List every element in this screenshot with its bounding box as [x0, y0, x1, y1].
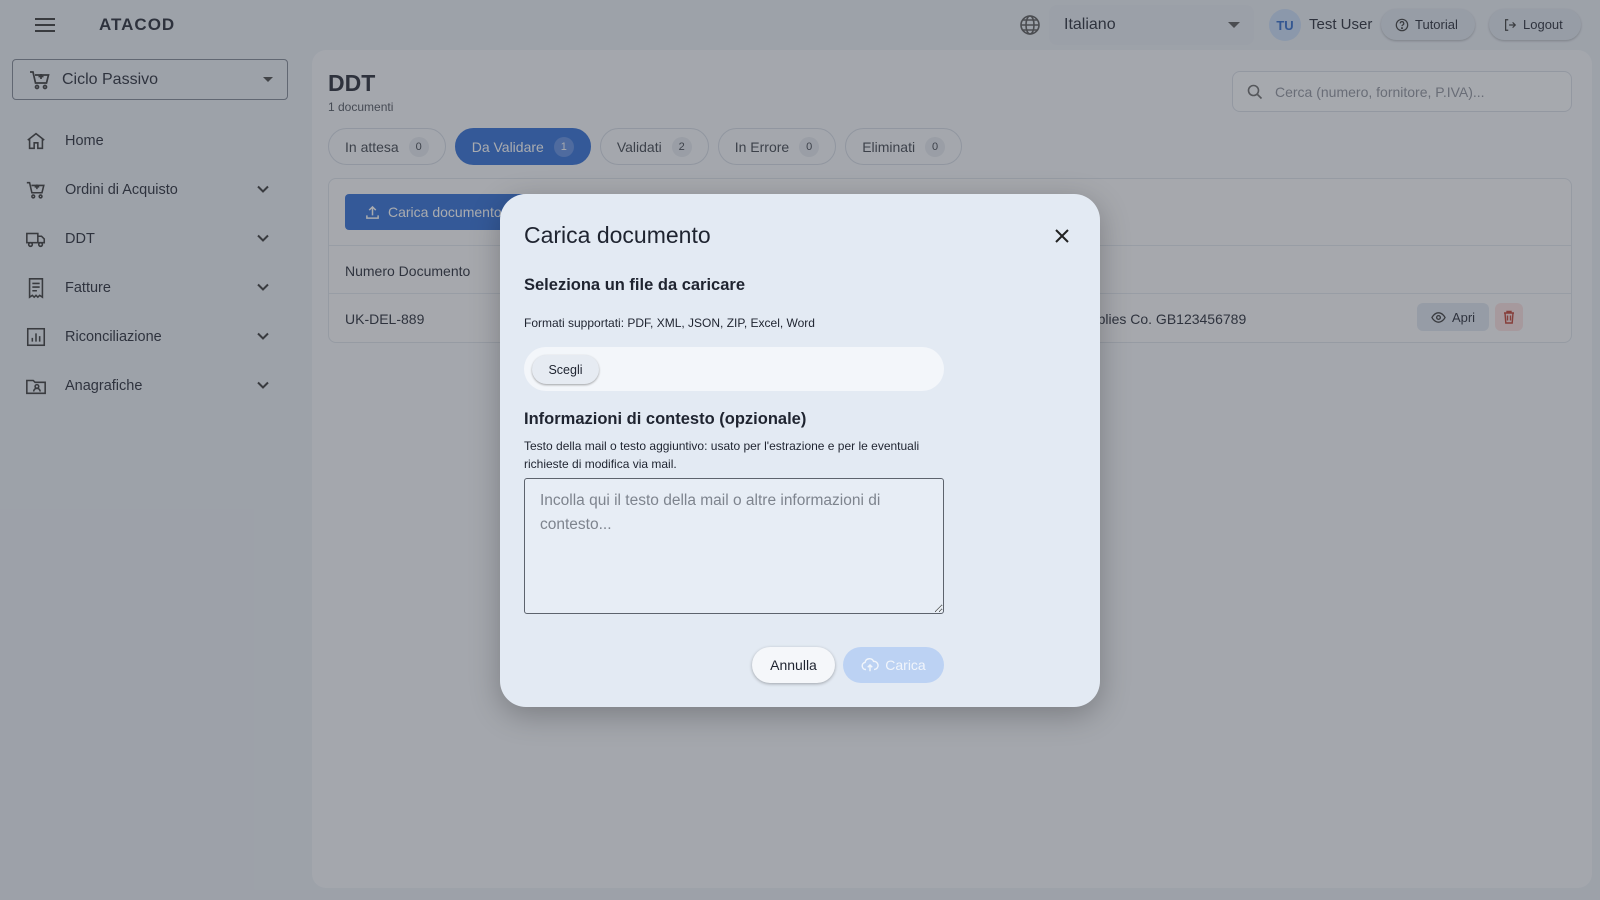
context-description: Testo della mail o testo aggiuntivo: usa…: [524, 439, 920, 471]
context-textarea[interactable]: [524, 478, 944, 614]
cancel-button[interactable]: Annulla: [752, 647, 835, 683]
choose-file-button[interactable]: Scegli: [532, 355, 599, 384]
file-section-title: Seleziona un file da caricare: [524, 276, 746, 294]
upload-dialog: Carica documento Seleziona un file da ca…: [500, 194, 1100, 707]
file-input[interactable]: Scegli: [524, 347, 944, 391]
cloud-upload-icon: [861, 657, 880, 672]
supported-formats: Formati supportati: PDF, XML, JSON, ZIP,…: [524, 316, 815, 330]
close-icon[interactable]: [1054, 228, 1070, 244]
context-section-title: Informazioni di contesto (opzionale): [524, 410, 807, 428]
upload-submit-label: Carica: [885, 657, 926, 673]
upload-submit-button[interactable]: Carica: [843, 647, 944, 683]
dialog-title: Carica documento: [524, 222, 711, 248]
